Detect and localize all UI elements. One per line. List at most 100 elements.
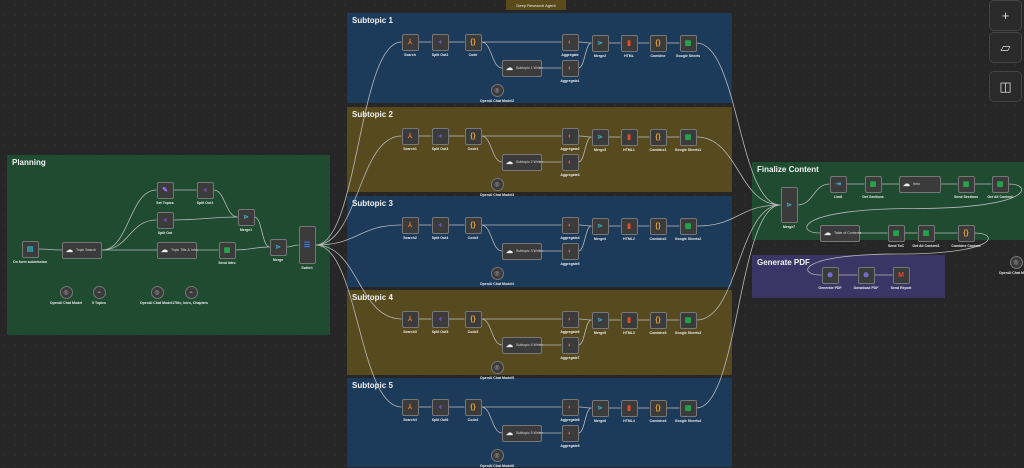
node-split-out6[interactable]: ⫞ bbox=[431, 398, 449, 416]
group-subtopic-3[interactable]: Subtopic 3 bbox=[347, 196, 732, 287]
node-get-sections[interactable]: ▦ bbox=[864, 175, 882, 193]
node-subtopic-3-writer[interactable]: ☁ Subtopic 3 Writer bbox=[502, 242, 543, 260]
node-topic-title-intro[interactable]: ☁ Topic Title & Intro bbox=[157, 241, 198, 259]
node-5-topics[interactable]: ⌁ bbox=[92, 285, 106, 299]
node-openai-chat-model7[interactable]: ◎ bbox=[1009, 255, 1023, 269]
node-aggregate5[interactable]: ◐ bbox=[561, 242, 579, 260]
node-html1[interactable]: ▮ bbox=[620, 128, 638, 146]
node-combine4[interactable]: {} bbox=[649, 399, 667, 417]
node-send-report[interactable]: M bbox=[892, 266, 910, 284]
node-split-out[interactable]: ⫞ bbox=[156, 211, 174, 229]
node-combine2[interactable]: {} bbox=[649, 217, 667, 235]
workflow-canvas[interactable]: Planning Subtopic 1 Subtopic 2 Subtopic 3 Su… bbox=[0, 0, 1024, 468]
node-send-intro[interactable]: ▦ bbox=[218, 241, 236, 259]
node-download-pdf[interactable]: ⊕ bbox=[857, 266, 875, 284]
node-html[interactable]: ▮ bbox=[620, 34, 638, 52]
node-merge2[interactable]: ⋗ bbox=[591, 34, 609, 52]
node-subtopic-2-writer[interactable]: ☁ Subtopic 2 Writer bbox=[502, 153, 543, 171]
node-code1[interactable]: {} bbox=[464, 127, 482, 145]
robot-icon: ☁ bbox=[506, 247, 513, 255]
node-generate-pdf[interactable]: ⊕ bbox=[821, 266, 839, 284]
node-google-sheets2[interactable]: ▦ bbox=[679, 217, 697, 235]
node-aggregate9[interactable]: ◐ bbox=[561, 424, 579, 442]
toggle-panel-button[interactable]: ◫ bbox=[989, 71, 1022, 102]
node-split-out3[interactable]: ⫞ bbox=[431, 127, 449, 145]
node-merge1[interactable]: ⋗ bbox=[237, 208, 255, 226]
node-aggregate2[interactable]: ◐ bbox=[561, 127, 579, 145]
group-subtopic-1[interactable]: Subtopic 1 bbox=[347, 13, 732, 103]
node-merge6[interactable]: ⋗ bbox=[591, 399, 609, 417]
node-aggregate4[interactable]: ◐ bbox=[561, 216, 579, 234]
node-code3[interactable]: {} bbox=[464, 310, 482, 328]
node-title-intro-chapters[interactable]: ⌁ bbox=[184, 285, 198, 299]
node-aggregate7[interactable]: ◐ bbox=[561, 336, 579, 354]
node-combine1[interactable]: {} bbox=[649, 128, 667, 146]
group-generate-pdf[interactable]: Generate PDF bbox=[752, 255, 945, 298]
node-openai-chat-model4[interactable]: ◎ bbox=[490, 266, 504, 280]
node-get-all-content1[interactable]: ▦ bbox=[917, 224, 935, 242]
node-get-all-content[interactable]: ▦ bbox=[991, 175, 1009, 193]
node-merge[interactable]: ⋗ bbox=[269, 238, 287, 256]
node-combine-content[interactable]: {} bbox=[957, 224, 975, 242]
node-openai-chat-model[interactable]: ◎ bbox=[59, 285, 73, 299]
node-google-sheets1[interactable]: ▦ bbox=[679, 128, 697, 146]
node-label: OpenAI Chat Model3 bbox=[479, 193, 515, 197]
node-openai-chat-model3[interactable]: ◎ bbox=[490, 177, 504, 191]
node-switch[interactable]: ☰ bbox=[298, 226, 316, 264]
node-code2[interactable]: {} bbox=[464, 216, 482, 234]
node-label: Combine1 bbox=[649, 147, 667, 152]
node-aggregate3[interactable]: ◐ bbox=[561, 153, 579, 171]
node-merge3[interactable]: ⋗ bbox=[591, 128, 609, 146]
node-search4[interactable]: ⅄ bbox=[401, 398, 419, 416]
node-topic-search[interactable]: ☁ Topic Search bbox=[62, 241, 102, 259]
node-google-sheets4[interactable]: ▦ bbox=[679, 399, 697, 417]
node-openai-chat-model1[interactable]: ◎ bbox=[150, 285, 164, 299]
node-on-form-submission[interactable]: ▤ bbox=[21, 240, 39, 258]
node-code4[interactable]: {} bbox=[464, 398, 482, 416]
node-google-sheets3[interactable]: ▦ bbox=[679, 311, 697, 329]
node-label: 5 Topics bbox=[92, 301, 106, 305]
node-subtopic-4-writer[interactable]: ☁ Subtopic 4 Writer bbox=[502, 336, 543, 354]
node-aggregate1[interactable]: ◐ bbox=[561, 59, 579, 77]
node-split-out2[interactable]: ⫞ bbox=[431, 33, 449, 51]
node-merge7[interactable]: ⋗ bbox=[780, 187, 798, 223]
add-node-button[interactable]: + bbox=[989, 0, 1022, 31]
node-set-topics[interactable]: ✎ bbox=[156, 181, 174, 199]
node-combine[interactable]: {} bbox=[649, 34, 667, 52]
node-aggregate6[interactable]: ◐ bbox=[561, 310, 579, 328]
node-google-sheets[interactable]: ▦ bbox=[679, 34, 697, 52]
node-openai-chat-model2[interactable]: ◎ bbox=[490, 83, 504, 97]
node-search1[interactable]: ⅄ bbox=[401, 127, 419, 145]
node-split-out4[interactable]: ⫞ bbox=[431, 216, 449, 234]
node-send-sections[interactable]: ▦ bbox=[957, 175, 975, 193]
group-subtopic-5[interactable]: Subtopic 5 bbox=[347, 378, 732, 467]
node-label: Split Out6 bbox=[431, 417, 449, 422]
node-html4[interactable]: ▮ bbox=[620, 399, 638, 417]
node-search3[interactable]: ⅄ bbox=[401, 310, 419, 328]
node-html3[interactable]: ▮ bbox=[620, 311, 638, 329]
node-limit[interactable]: ⇥ bbox=[829, 175, 847, 193]
workflow-title-note[interactable]: Deep Research Agent bbox=[506, 0, 566, 10]
node-send-toc[interactable]: ▦ bbox=[887, 224, 905, 242]
node-subtopic-1-writer[interactable]: ☁ Subtopic 1 Writer bbox=[502, 59, 543, 77]
node-merge4[interactable]: ⋗ bbox=[591, 217, 609, 235]
group-title: Planning bbox=[12, 158, 46, 167]
node-code[interactable]: {} bbox=[464, 33, 482, 51]
node-html2[interactable]: ▮ bbox=[620, 217, 638, 235]
node-search2[interactable]: ⅄ bbox=[401, 216, 419, 234]
node-subtopic-5-writer[interactable]: ☁ Subtopic 5 Writer bbox=[502, 424, 543, 442]
node-openai-chat-model6[interactable]: ◎ bbox=[490, 448, 504, 462]
node-merge5[interactable]: ⋗ bbox=[591, 311, 609, 329]
node-openai-chat-model5[interactable]: ◎ bbox=[490, 360, 504, 374]
node-search[interactable]: ⅄ bbox=[401, 33, 419, 51]
node-intro[interactable]: ☁ Intro bbox=[899, 175, 941, 193]
node-aggregate8[interactable]: ◐ bbox=[561, 398, 579, 416]
node-aggregate[interactable]: ◐ bbox=[561, 33, 579, 51]
workflow-title: Deep Research Agent bbox=[516, 2, 556, 8]
node-split-out5[interactable]: ⫞ bbox=[431, 310, 449, 328]
node-label: HTML4 bbox=[623, 418, 635, 423]
sticky-note-button[interactable]: ▱ bbox=[989, 32, 1022, 63]
node-table-of-contents[interactable]: ☁ Table of Contents bbox=[820, 224, 861, 242]
node-combine3[interactable]: {} bbox=[649, 311, 667, 329]
node-split-out1[interactable]: ⫞ bbox=[196, 181, 214, 199]
